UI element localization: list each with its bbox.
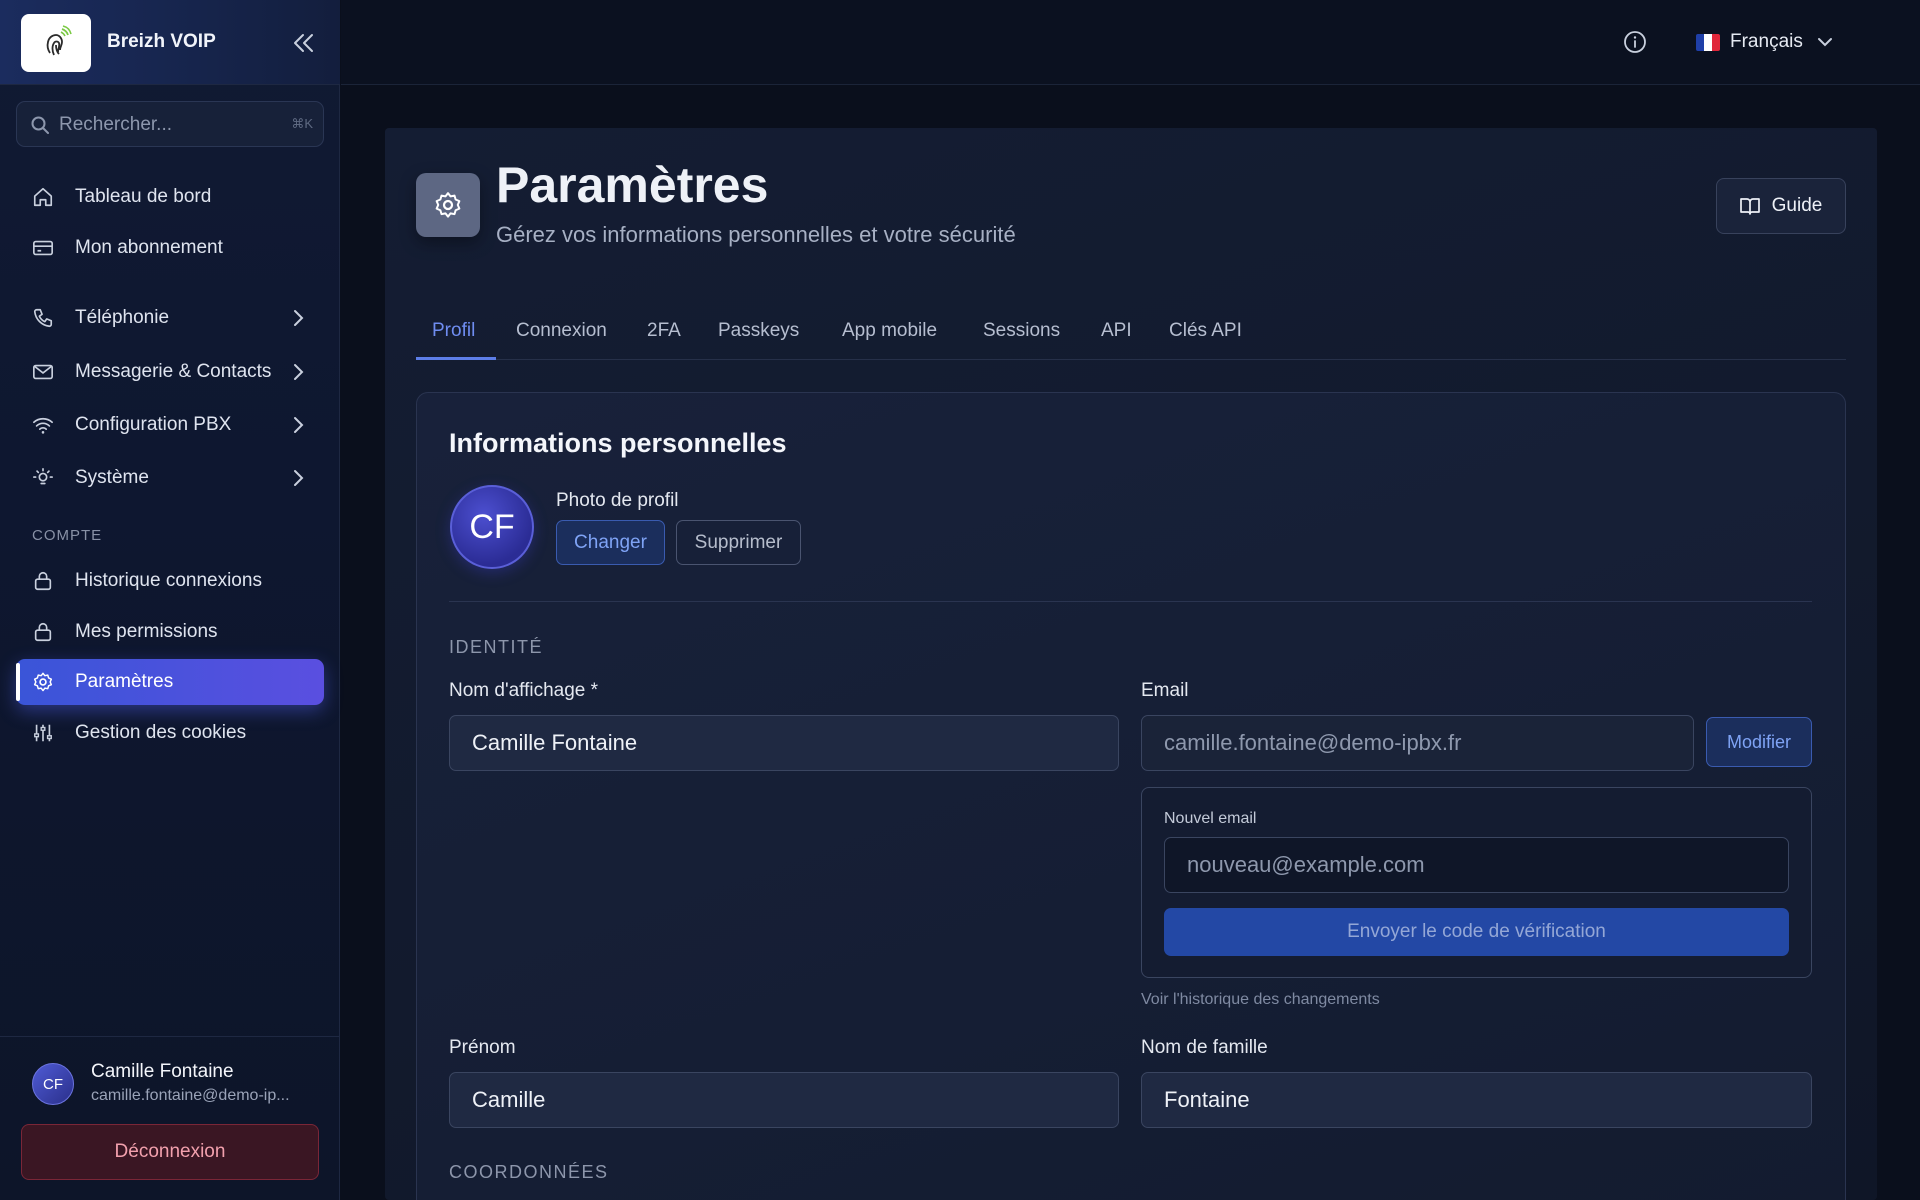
mail-icon: [33, 364, 53, 380]
sidebar-item-label: Messagerie & Contacts: [75, 361, 272, 382]
logout-button[interactable]: Déconnexion: [21, 1124, 319, 1180]
page-subtitle: Gérez vos informations personnelles et v…: [496, 222, 1016, 247]
tab-api[interactable]: API: [1101, 320, 1132, 342]
sidebar-item-permissions[interactable]: Mes permissions: [16, 609, 324, 655]
collapse-sidebar-button[interactable]: [290, 30, 318, 56]
contact-section-title: COORDONNÉES: [449, 1162, 609, 1182]
sidebar-item-label: Configuration PBX: [75, 414, 232, 435]
info-icon: [1624, 31, 1646, 53]
sidebar-item-label: Gestion des cookies: [75, 722, 247, 743]
tab-api-keys[interactable]: Clés API: [1169, 320, 1242, 342]
photo-label: Photo de profil: [556, 490, 679, 511]
new-email-input[interactable]: [1164, 837, 1789, 893]
language-selector[interactable]: Français: [1696, 24, 1833, 60]
sidebar-item-telephony[interactable]: Téléphonie: [16, 295, 324, 341]
email-history-link[interactable]: Voir l'historique des changements: [1141, 991, 1380, 1009]
sidebar-item-pbx-config[interactable]: Configuration PBX: [16, 402, 324, 448]
search-icon: [31, 116, 49, 134]
sidebar-section-label: COMPTE: [32, 527, 103, 544]
divider: [449, 601, 1812, 602]
tab-connection[interactable]: Connexion: [516, 320, 607, 342]
card-title: Informations personnelles: [449, 428, 787, 458]
search-shortcut: ⌘K: [291, 116, 313, 131]
sidebar-item-label: Système: [75, 467, 149, 488]
chevron-right-icon: [294, 364, 304, 380]
topbar: Français: [341, 0, 1920, 85]
sidebar-item-label: Historique connexions: [75, 570, 262, 591]
sidebar-item-system[interactable]: Système: [16, 455, 324, 501]
page-title: Paramètres: [496, 157, 769, 213]
tab-2fa[interactable]: 2FA: [647, 320, 681, 342]
display-name-input[interactable]: [449, 715, 1119, 771]
france-flag-icon: [1696, 33, 1720, 51]
gear-icon: [435, 192, 461, 218]
sidebar-search[interactable]: ⌘K: [16, 101, 324, 147]
send-verification-button[interactable]: Envoyer le code de vérification: [1164, 908, 1789, 956]
user-profile-box: CF Camille Fontaine camille.fontaine@dem…: [0, 1036, 340, 1200]
phone-icon: [33, 308, 53, 328]
sidebar-item-login-history[interactable]: Historique connexions: [16, 558, 324, 604]
tab-sessions[interactable]: Sessions: [983, 320, 1060, 342]
search-input[interactable]: [59, 110, 269, 140]
modify-email-button[interactable]: Modifier: [1706, 717, 1812, 767]
bulb-icon: [33, 468, 53, 485]
avatar[interactable]: CF: [32, 1063, 74, 1105]
guide-label: Guide: [1771, 195, 1823, 216]
home-icon: [33, 187, 53, 207]
email-label: Email: [1141, 680, 1189, 701]
display-name-label: Nom d'affichage *: [449, 680, 599, 701]
tab-passkeys[interactable]: Passkeys: [718, 320, 799, 342]
sidebar-item-settings[interactable]: Paramètres: [16, 659, 324, 705]
email-field[interactable]: [1141, 715, 1694, 771]
first-name-input[interactable]: [449, 1072, 1119, 1128]
sidebar-item-label: Téléphonie: [75, 307, 170, 328]
identity-section-title: IDENTITÉ: [449, 637, 544, 657]
page-icon: [416, 173, 480, 237]
user-name: Camille Fontaine: [91, 1061, 234, 1082]
chevrons-left-icon: [294, 34, 313, 52]
delete-photo-button[interactable]: Supprimer: [676, 520, 801, 565]
first-name-label: Prénom: [449, 1037, 516, 1058]
chevron-down-icon: [1817, 38, 1832, 47]
last-name-label: Nom de famille: [1141, 1037, 1268, 1058]
language-label: Français: [1730, 31, 1803, 52]
info-button[interactable]: [1622, 29, 1648, 55]
sliders-icon: [34, 724, 52, 742]
sidebar-item-messaging[interactable]: Messagerie & Contacts: [16, 349, 324, 395]
sidebar-item-label: Mon abonnement: [75, 237, 223, 258]
lock-icon: [34, 622, 52, 642]
sidebar-item-dashboard[interactable]: Tableau de bord: [16, 174, 324, 220]
chevron-right-icon: [294, 470, 304, 486]
lock-icon: [34, 571, 52, 591]
brand-name: Breizh VOIP: [107, 31, 216, 52]
user-email: camille.fontaine@demo-ip...: [91, 1087, 290, 1104]
new-email-label: Nouvel email: [1164, 810, 1257, 827]
chevron-right-icon: [294, 310, 304, 326]
profile-avatar: CF: [450, 485, 534, 569]
tab-mobile-app[interactable]: App mobile: [842, 320, 937, 342]
brand-header: Breizh VOIP: [0, 0, 340, 85]
card-icon: [33, 240, 53, 256]
change-photo-button[interactable]: Changer: [556, 520, 665, 565]
gear-icon: [33, 672, 53, 692]
wifi-icon: [33, 417, 53, 434]
chevron-right-icon: [294, 417, 304, 433]
sidebar-item-subscription[interactable]: Mon abonnement: [16, 225, 324, 271]
guide-button[interactable]: Guide: [1716, 178, 1846, 234]
book-icon: [1739, 198, 1760, 215]
last-name-input[interactable]: [1141, 1072, 1812, 1128]
sidebar-item-label: Paramètres: [75, 671, 174, 692]
sidebar-item-label: Tableau de bord: [75, 186, 212, 207]
sidebar-item-label: Mes permissions: [75, 621, 218, 642]
active-tab-indicator: [416, 357, 496, 360]
fingerprint-logo-icon: [46, 25, 72, 56]
tab-profile[interactable]: Profil: [432, 320, 475, 342]
sidebar: Breizh VOIP ⌘K Tableau de bord Mon abonn…: [0, 0, 340, 1200]
sidebar-item-cookies[interactable]: Gestion des cookies: [16, 710, 324, 756]
brand-logo[interactable]: [21, 14, 91, 72]
settings-tabs: Profil Connexion 2FA Passkeys App mobile…: [416, 310, 1846, 360]
